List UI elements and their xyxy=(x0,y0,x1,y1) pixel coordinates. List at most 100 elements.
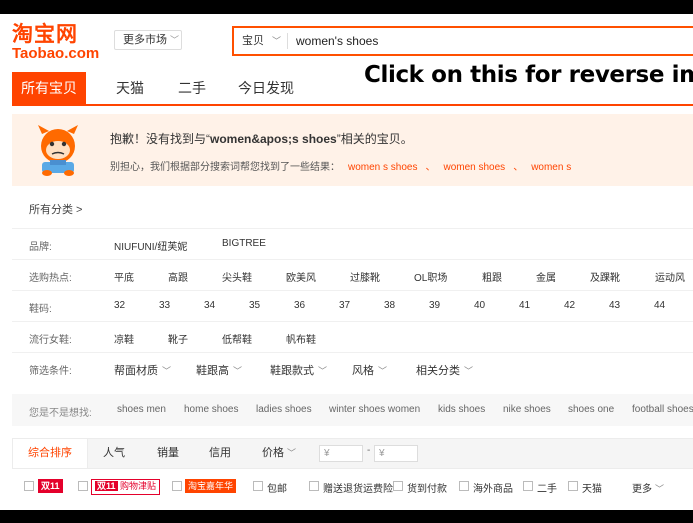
size-option[interactable]: 41 xyxy=(519,300,530,311)
size-option[interactable]: 40 xyxy=(474,300,485,311)
filter-dropdown[interactable]: 风格 ﹀ xyxy=(352,362,387,378)
chevron-down-icon: ﹀ xyxy=(655,484,665,494)
checkbox[interactable] xyxy=(24,481,34,491)
attr-value[interactable]: 粗跟 xyxy=(482,269,502,284)
all-categories-link[interactable]: 所有分类 > xyxy=(29,201,82,217)
related-search-link[interactable]: shoes one xyxy=(568,404,614,415)
attr-value[interactable]: 高跟 xyxy=(168,269,188,284)
chevron-down-icon: ﹀ xyxy=(170,35,180,45)
attr-value[interactable]: 过膝靴 xyxy=(350,269,380,284)
main-nav: 所有宝贝 天猫 二手 今日发现 xyxy=(12,72,693,104)
no-results-notice: 抱歉！没有找到与“women&apos;s shoes”相关的宝贝。 别担心，我… xyxy=(12,114,693,186)
tab-tmall[interactable]: 天猫 xyxy=(102,72,158,104)
attr-value[interactable]: BIGTREE xyxy=(222,238,266,249)
attr-value[interactable]: 及踝靴 xyxy=(590,269,620,284)
sort-tab-sales[interactable]: 销量 xyxy=(147,439,189,468)
filter-dropdown[interactable]: 鞋跟高 ﹀ xyxy=(196,362,242,378)
size-option[interactable]: 36 xyxy=(294,300,305,311)
filter-cash-on-delivery[interactable]: 货到付款 xyxy=(407,480,447,495)
filter-dropdown[interactable]: 帮面材质 ﹀ xyxy=(114,362,171,378)
attr-value[interactable]: 帆布鞋 xyxy=(286,331,316,346)
search-category-label: 宝贝 xyxy=(242,35,264,47)
price-max-input[interactable]: ¥ xyxy=(374,445,418,462)
related-search-link[interactable]: shoes men xyxy=(117,404,166,415)
size-option[interactable]: 37 xyxy=(339,300,350,311)
logo-en: Taobao.com xyxy=(12,45,100,62)
price-min-input[interactable]: ¥ xyxy=(319,445,363,462)
size-option[interactable]: 32 xyxy=(114,300,125,311)
size-option[interactable]: 38 xyxy=(384,300,395,311)
related-search-link[interactable]: winter shoes women xyxy=(329,404,420,415)
shopping-allowance-badge: 双11 购物津贴 xyxy=(91,479,161,495)
attr-label: 鞋码: xyxy=(29,304,52,315)
suggestion-link[interactable]: women s xyxy=(531,162,571,173)
attr-value[interactable]: 靴子 xyxy=(168,331,188,346)
suggestion-separator: 、 xyxy=(513,162,524,173)
search-category-select[interactable]: 宝贝 ﹀ xyxy=(242,28,281,54)
attr-value[interactable]: 低帮鞋 xyxy=(222,331,252,346)
filter-return-insurance[interactable]: 赠送退货运费险 xyxy=(323,480,393,495)
attr-label: 流行女鞋: xyxy=(29,335,72,346)
filter-tmall[interactable]: 天猫 xyxy=(582,480,602,495)
sort-tab-popularity[interactable]: 人气 xyxy=(93,439,135,468)
related-search-link[interactable]: home shoes xyxy=(184,404,238,415)
attr-value[interactable]: 运动风 xyxy=(655,269,685,284)
tab-today-discover[interactable]: 今日发现 xyxy=(230,72,302,104)
double11-badge: 双11 xyxy=(38,479,63,493)
related-search-link[interactable]: nike shoes xyxy=(503,404,551,415)
logo-cn: 淘宝网 xyxy=(12,22,78,46)
filter-label: 鞋跟高 xyxy=(196,365,229,377)
chevron-down-icon: ﹀ xyxy=(378,366,388,376)
filter-second-hand[interactable]: 二手 xyxy=(537,480,557,495)
suggestion-link[interactable]: women s shoes xyxy=(348,162,417,173)
related-search-link[interactable]: football shoes xyxy=(632,404,693,415)
chevron-down-icon: ﹀ xyxy=(272,36,282,46)
sort-tab-credit[interactable]: 信用 xyxy=(199,439,241,468)
notice-title-query: women&apos;s shoes xyxy=(210,132,337,146)
tab-second-hand[interactable]: 二手 xyxy=(164,72,220,104)
size-option[interactable]: 42 xyxy=(564,300,575,311)
sort-tab-price[interactable]: 价格 ﹀ xyxy=(253,439,305,468)
size-option[interactable]: 44 xyxy=(654,300,665,311)
attr-value[interactable]: OL职场 xyxy=(414,269,447,284)
allowance-label: 购物津贴 xyxy=(120,481,157,491)
checkbox[interactable] xyxy=(523,481,533,491)
mascot-icon xyxy=(38,125,78,176)
double11-label: 双11 xyxy=(95,481,118,491)
filter-dropdown[interactable]: 相关分类 ﹀ xyxy=(416,362,473,378)
search-input[interactable]: women's shoes xyxy=(296,28,378,54)
checkbox[interactable] xyxy=(253,481,263,491)
tab-all-items[interactable]: 所有宝贝 xyxy=(12,72,86,104)
sort-tab-default[interactable]: 综合排序 xyxy=(13,439,88,468)
filter-overseas[interactable]: 海外商品 xyxy=(473,480,513,495)
search-box[interactable]: 宝贝 ﹀ women's shoes xyxy=(232,26,693,56)
chevron-down-icon: ﹀ xyxy=(286,448,296,458)
attr-label: 筛选条件: xyxy=(29,366,72,377)
size-option[interactable]: 35 xyxy=(249,300,260,311)
attr-value[interactable]: 欧美风 xyxy=(286,269,316,284)
suggestion-link[interactable]: women shoes xyxy=(443,162,505,173)
more-filters-button[interactable]: 更多 ﹀ xyxy=(632,480,664,495)
attr-value[interactable]: 凉鞋 xyxy=(114,331,134,346)
attr-value[interactable]: NIUFUNI/纽芙妮 xyxy=(114,238,187,253)
related-search-link[interactable]: ladies shoes xyxy=(256,404,312,415)
size-option[interactable]: 34 xyxy=(204,300,215,311)
attr-value[interactable]: 尖头鞋 xyxy=(222,269,252,284)
more-markets-dropdown[interactable]: 更多市场 ﹀ xyxy=(114,30,182,50)
related-search-link[interactable]: kids shoes xyxy=(438,404,485,415)
attr-value[interactable]: 金属 xyxy=(536,269,556,284)
size-option[interactable]: 43 xyxy=(609,300,620,311)
taobao-logo[interactable]: 淘宝网 Taobao.com xyxy=(12,22,104,64)
attr-value[interactable]: 平底 xyxy=(114,269,134,284)
taobao-search-page: 淘宝网 Taobao.com 更多市场 ﹀ 宝贝 ﹀ women's shoes C… xyxy=(0,14,693,510)
checkbox[interactable] xyxy=(459,481,469,491)
checkbox[interactable] xyxy=(393,481,403,491)
checkbox[interactable] xyxy=(309,481,319,491)
checkbox[interactable] xyxy=(568,481,578,491)
checkbox[interactable] xyxy=(78,481,88,491)
filter-dropdown[interactable]: 鞋跟款式 ﹀ xyxy=(270,362,327,378)
size-option[interactable]: 39 xyxy=(429,300,440,311)
filter-free-shipping[interactable]: 包邮 xyxy=(267,480,287,495)
checkbox[interactable] xyxy=(172,481,182,491)
size-option[interactable]: 33 xyxy=(159,300,170,311)
